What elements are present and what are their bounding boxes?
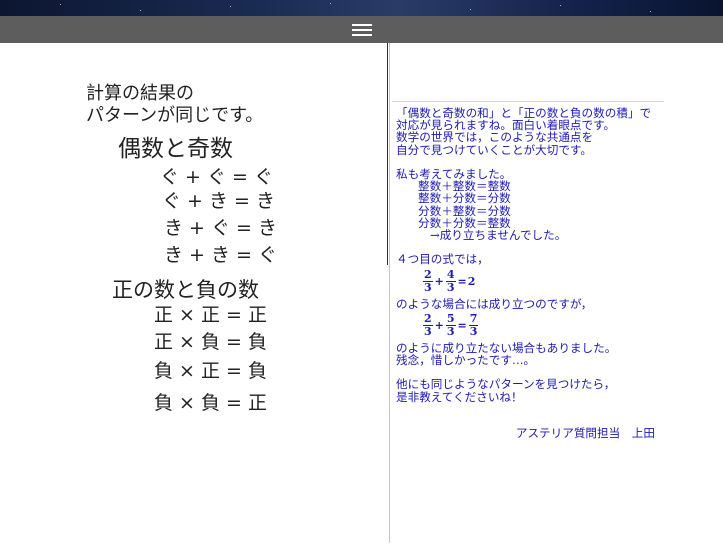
comment-line: ４つ目の式では， [396,252,489,267]
comment-line: のような場合には成り立つのですが， [396,296,593,311]
fraction-equation-1: 23 + 43 = 2 [423,268,476,295]
comment-result: →成り立ちませんでした。 [430,228,567,243]
fraction-equation-2: 23 + 53 = 73 [423,312,479,339]
comment-line: 自分で見つけていくことが大切です。 [396,142,592,157]
hw-eq-7: 負 × 正 = 負 [154,360,267,382]
hw-line-2: パターンが同じです。 [86,105,263,126]
hw-eq-2: ぐ + き = き [162,190,275,212]
header-banner [0,0,723,16]
comment-line: 残念，惜しかったです…。 [396,353,536,368]
column-divider [389,43,390,543]
comment-line: 他にも同じようなパターンを見つけたら， [396,377,616,392]
hw-eq-5: 正 × 正 = 正 [154,304,267,326]
comment-line: 是非教えてくださいね！ [396,389,523,404]
hw-eq-3: き + ぐ = き [164,217,277,239]
handwritten-note-image: 計算の結果の パターンが同じです。 偶数と奇数 ぐ + ぐ = ぐ ぐ + き … [0,43,388,543]
navigation-bar [0,16,723,43]
answer-comment: 「偶数と奇数の和」と「正の数と負の数の積」で 対応が見られますね。面白い着眼点で… [396,107,661,441]
hw-heading-sign: 正の数と負の数 [112,278,259,302]
hw-line-1: 計算の結果の [86,83,194,104]
hw-eq-8: 負 × 負 = 正 [154,392,267,414]
comment-list-item: 整数＋分数＝分数 [418,191,511,206]
signature: アステリア質問担当 上田 [515,426,655,441]
comment-list-item: 分数＋整数＝分数 [418,203,511,218]
comment-line: 数学の世界では，このような共通点を [396,130,594,145]
hw-heading-even-odd: 偶数と奇数 [118,136,233,162]
hw-eq-4: き + き = ぐ [164,244,277,266]
hw-eq-1: ぐ + ぐ = ぐ [160,166,273,188]
section-rule [392,101,664,102]
hw-eq-6: 正 × 負 = 負 [154,331,267,353]
hamburger-menu-icon[interactable] [350,21,374,39]
